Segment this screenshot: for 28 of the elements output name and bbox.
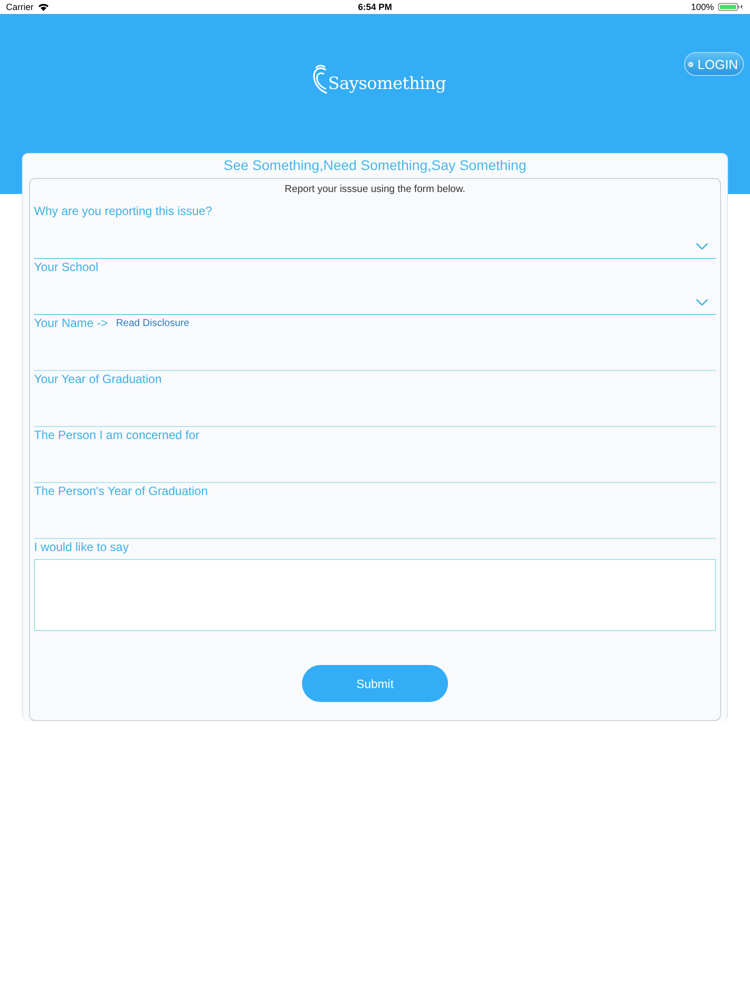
input-field[interactable]: The Person I am concerned for [34, 427, 716, 483]
form-heading: See Something,Need Something,Say Something [222, 156, 528, 175]
chevron-down-icon [696, 299, 708, 306]
form-instructions: Report your isssue using the form below. [284, 184, 466, 195]
battery-percent: 100% [690, 2, 714, 12]
carrier-label: Carrier [6, 2, 34, 12]
chevron-down-icon [696, 243, 708, 250]
login-button[interactable]: LOGIN [684, 52, 744, 76]
message-box[interactable] [34, 559, 716, 631]
battery-icon [718, 3, 744, 11]
dropdown-field[interactable]: Why are you reporting this issue? [34, 203, 716, 259]
wifi-icon [38, 3, 49, 11]
input-field[interactable]: Your Year of Graduation [34, 371, 716, 427]
field-label: Your Name -> [34, 316, 108, 330]
field-label: Your Year of Graduation [34, 372, 162, 386]
disclosure-link[interactable]: Read Disclosure [116, 318, 190, 328]
submit-button[interactable]: Submit [302, 665, 448, 702]
app-logo-text: Saysomething [328, 74, 446, 94]
field-label: The Person I am concerned for [34, 428, 200, 442]
logo-swirl-icon [312, 64, 328, 94]
field-label: The Person's Year of Graduation [34, 484, 208, 498]
field-label: I would like to say [34, 540, 129, 554]
field-label: Your School [34, 260, 98, 274]
clock-time: 6:54 PM [358, 2, 392, 12]
dropdown-field[interactable]: Your School [34, 259, 716, 315]
input-field[interactable]: The Person's Year of Graduation [34, 483, 716, 539]
input-field[interactable]: Your Name -> Read Disclosure [34, 315, 716, 371]
field-label: Why are you reporting this issue? [34, 204, 212, 218]
